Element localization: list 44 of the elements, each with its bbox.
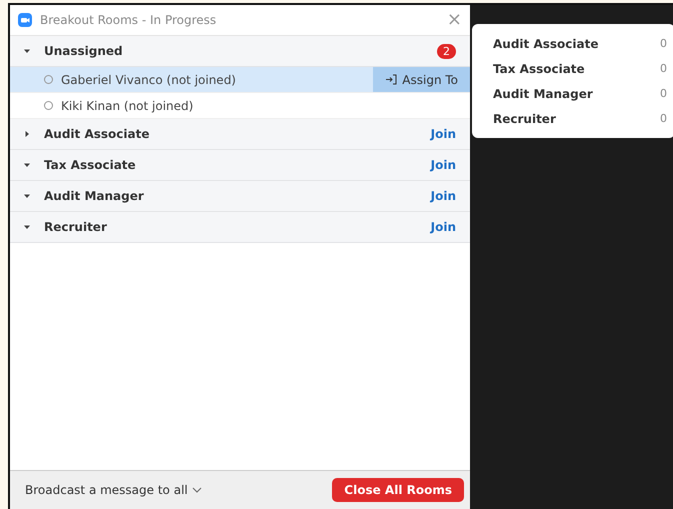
menu-room-count: 0 (660, 112, 667, 125)
assign-icon (385, 74, 398, 85)
count-badge: 2 (437, 44, 456, 58)
assign-button[interactable]: Assign To (373, 67, 470, 92)
menu-item[interactable]: Recruiter 0 (472, 106, 673, 131)
caret-icon[interactable] (24, 48, 30, 54)
chevron-down-icon (192, 487, 202, 493)
status-icon (44, 101, 53, 110)
menu-room-count: 0 (660, 37, 667, 50)
window-title: Breakout Rooms - In Progress (40, 13, 218, 27)
caret-icon[interactable] (24, 192, 30, 198)
caret-icon[interactable] (24, 162, 30, 168)
participant-name: Kiki Kinan (not joined) (61, 98, 194, 112)
app-logo-icon (18, 13, 32, 27)
menu-room-name: Tax Associate (493, 62, 585, 76)
caret-icon[interactable] (24, 224, 30, 230)
join-link[interactable]: Join (430, 127, 456, 141)
room-header[interactable]: Audit Associate Join (10, 119, 470, 150)
caret-icon[interactable] (24, 130, 30, 136)
status-icon (44, 75, 53, 84)
room-header[interactable]: Recruiter Join (10, 212, 470, 243)
menu-item[interactable]: Tax Associate 0 (472, 56, 673, 81)
participant-name: Gaberiel Vivanco (not joined) (61, 72, 237, 86)
room-name: Unassigned (44, 44, 124, 58)
menu-room-count: 0 (660, 87, 667, 100)
close-all-button[interactable]: Close All Rooms (332, 478, 464, 502)
room-name: Recruiter (44, 220, 108, 234)
menu-room-name: Recruiter (493, 112, 556, 126)
room-name: Audit Associate (44, 127, 150, 141)
participant-row[interactable]: Gaberiel Vivanco (not joined) Assign To (10, 67, 470, 93)
room-header[interactable]: Audit Manager Join (10, 181, 470, 212)
room-name: Audit Manager (44, 189, 145, 203)
room-name: Tax Associate (44, 158, 137, 172)
menu-room-name: Audit Associate (493, 36, 598, 50)
broadcast-dropdown[interactable]: Broadcast a message to all (25, 483, 202, 497)
menu-room-name: Audit Manager (493, 86, 593, 100)
room-header[interactable]: Unassigned 2 (10, 36, 470, 67)
menu-item[interactable]: Audit Associate 0 (472, 31, 673, 56)
menu-room-count: 0 (660, 62, 667, 75)
room-header[interactable]: Tax Associate Join (10, 150, 470, 181)
join-link[interactable]: Join (430, 158, 456, 172)
join-link[interactable]: Join (430, 220, 456, 234)
join-link[interactable]: Join (430, 189, 456, 203)
menu-item[interactable]: Audit Manager 0 (472, 81, 673, 106)
